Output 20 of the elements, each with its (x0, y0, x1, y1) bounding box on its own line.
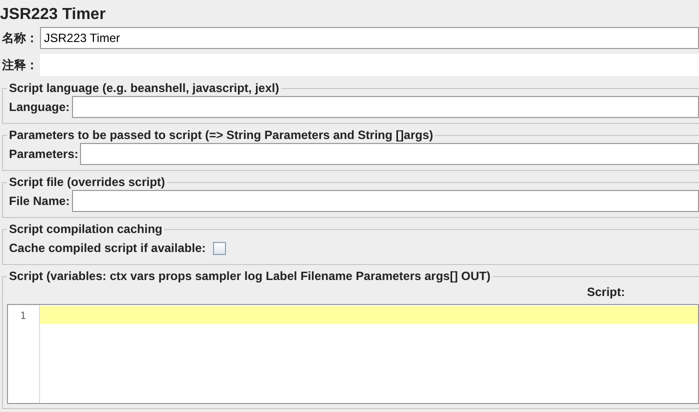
input-field[interactable] (72, 190, 699, 212)
field-label: File Name: (8, 193, 71, 210)
section-legend: Script (variables: ctx vars props sampler log Label Filename Parameters args[] OUT) (7, 269, 493, 283)
script-editor[interactable]: 1 (7, 304, 699, 404)
comment-label: 注释： (1, 57, 39, 74)
section-legend: Parameters to be passed to script (=> String Parameters and String []args) (7, 128, 436, 142)
name-field[interactable]: JSR223 Timer (40, 27, 699, 49)
panel-title: JSR223 Timer (0, 5, 107, 25)
field-label: Language: (8, 99, 71, 116)
input-field[interactable] (72, 96, 699, 118)
section-legend: Script language (e.g. beanshell, javascript, jexl) (7, 81, 282, 95)
checkbox[interactable] (212, 242, 226, 254)
field-label: Parameters: (8, 146, 80, 163)
checkbox-label: Cache compiled script if available: (8, 240, 207, 257)
script-label: Script: (586, 284, 626, 301)
section-legend: Script file (overrides script) (7, 175, 168, 189)
line-number: 1 (20, 310, 28, 324)
name-label: 名称： (0, 30, 39, 47)
input-field[interactable] (80, 143, 699, 165)
section-legend: Script compilation caching (7, 222, 164, 236)
